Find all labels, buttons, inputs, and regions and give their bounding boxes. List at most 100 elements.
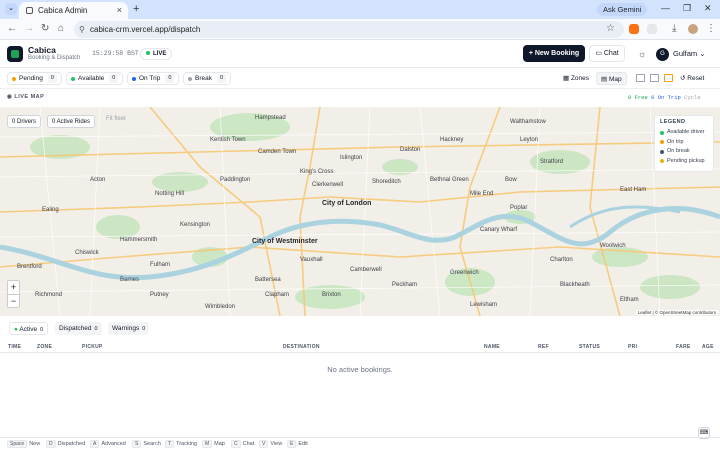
layout-right-icon[interactable] — [650, 74, 659, 82]
bookmark-star-icon[interactable]: ☆ — [606, 23, 615, 34]
zoom-out-button[interactable]: − — [8, 295, 19, 308]
free-count: 0 Free — [628, 94, 648, 101]
shortcut-key: Space — [7, 440, 28, 448]
map-place-label: Shoreditch — [372, 179, 401, 185]
filter-pending[interactable]: Pending 0 — [7, 72, 62, 85]
layout-left-icon[interactable] — [636, 74, 645, 82]
reload-icon[interactable]: ↻ — [41, 23, 49, 34]
map-place-label: Leyton — [520, 137, 539, 143]
shortcut-label: Edit — [298, 441, 308, 447]
map-place-label: Brixton — [322, 292, 341, 298]
map-toggle[interactable]: ▤ Map — [596, 72, 627, 85]
tab-label: Warnings — [112, 325, 140, 332]
column-header[interactable]: DESTINATION — [283, 344, 320, 350]
user-menu[interactable]: G Gulfam ⌄ — [656, 45, 706, 62]
map-legend: LEGEND Available driver On trip On break… — [654, 115, 714, 172]
filter-available[interactable]: Available 0 — [66, 72, 124, 85]
home-icon[interactable]: ⌂ — [58, 23, 64, 34]
tab-active[interactable]: ● Active 0 — [9, 322, 49, 335]
browser-tab[interactable]: Cabica Admin × — [19, 2, 128, 19]
map-place-label: Clerkenwell — [312, 182, 344, 188]
minimize-icon[interactable]: — — [661, 3, 670, 13]
tab-warnings[interactable]: Warnings 0 — [108, 322, 150, 335]
map-place-label: Bow — [505, 177, 517, 183]
filter-break[interactable]: Break 0 — [183, 72, 232, 85]
drivers-chip[interactable]: 0 Drivers — [7, 115, 42, 128]
column-header[interactable]: STATUS — [579, 344, 600, 350]
tab-dispatched[interactable]: Dispatched 0 — [55, 322, 102, 335]
map-place-label: Mile End — [470, 191, 494, 197]
tab-title: Cabica Admin — [38, 6, 88, 15]
reset-button[interactable]: ↺ Reset — [680, 72, 704, 85]
forward-icon[interactable]: → — [24, 23, 34, 34]
maximize-icon[interactable]: ❐ — [683, 3, 691, 14]
column-header[interactable]: FARE — [676, 344, 691, 350]
legend-item: On trip — [660, 138, 708, 148]
column-header[interactable]: AGE — [702, 344, 714, 350]
active-rides-chip[interactable]: 0 Active Rides — [47, 115, 96, 128]
map-attribution[interactable]: Leaflet | © OpenStreetMap contributors — [635, 310, 718, 315]
brand-subtitle: Booking & Dispatch — [28, 55, 81, 61]
tab-search-icon[interactable]: ⌄ — [5, 3, 17, 15]
close-tab-icon[interactable]: × — [117, 5, 122, 15]
map-place-label: Ealing — [42, 207, 59, 213]
address-bar[interactable]: ⚲ cabica-crm.vercel.app/dispatch — [74, 21, 624, 38]
status-bar: Pending 0 Available 0 On Trip 0 Break 0 ▦ Zo… — [0, 69, 720, 89]
legend-label: On trip — [667, 138, 684, 145]
column-header[interactable]: TIME — [8, 344, 21, 350]
chat-icon: ▭ — [595, 50, 604, 57]
map-place-label: Vauxhall — [300, 257, 323, 263]
column-header[interactable]: PICKUP — [82, 344, 103, 350]
legend-item: Pending pickup — [660, 157, 708, 167]
zoom-control: + − — [7, 280, 20, 308]
map-place-label: Barnes — [120, 277, 140, 283]
fit-fleet-button[interactable]: Fit fleet — [106, 116, 126, 122]
chat-button[interactable]: ▭ Chat — [589, 45, 625, 62]
live-map[interactable]: Hampstead Camden Town Islington Dalston … — [0, 107, 720, 316]
shortcut-label: View — [270, 441, 283, 447]
column-header[interactable]: NAME — [484, 344, 500, 350]
map-place-label: Dalston — [400, 147, 421, 153]
live-map-title: LIVE MAP — [14, 94, 45, 100]
map-place-label: Kentish Town — [210, 137, 246, 143]
map-place-label: Hampstead — [255, 115, 286, 121]
theme-toggle-icon[interactable]: ☼ — [638, 49, 646, 59]
ask-gemini-button[interactable]: Ask Gemini — [597, 3, 648, 16]
shortcut-label: Advanced — [101, 441, 126, 447]
extension-icon[interactable] — [647, 24, 657, 34]
extension-icon[interactable] — [629, 24, 639, 34]
map-place-label: Camberwell — [350, 267, 382, 273]
back-icon[interactable]: ← — [7, 23, 17, 34]
filter-count: 0 — [216, 74, 227, 83]
brand-name: Cabica — [28, 45, 56, 55]
filter-on-trip[interactable]: On Trip 0 — [127, 72, 180, 85]
shortcut-label: Tracking — [176, 441, 197, 447]
close-window-icon[interactable]: ✕ — [704, 3, 712, 14]
new-booking-button[interactable]: + New Booking — [523, 45, 585, 62]
legend-item: Available driver — [660, 128, 708, 138]
zoom-in-button[interactable]: + — [8, 281, 19, 295]
filter-count: 0 — [165, 74, 175, 83]
bookings-table-header: TIME ZONE PICKUP DESTINATION NAME REF ST… — [0, 341, 720, 353]
new-tab-icon[interactable]: + — [133, 3, 139, 15]
map-place-label: Walthamstow — [510, 119, 546, 125]
column-header[interactable]: ZONE — [37, 344, 52, 350]
tab-count: 0 — [40, 327, 44, 333]
menu-icon[interactable]: ⋮ — [706, 23, 716, 34]
shortcut-key: D — [46, 440, 56, 448]
column-header[interactable]: REF — [538, 344, 549, 350]
layout-bottom-icon[interactable] — [664, 74, 673, 82]
site-info-icon[interactable]: ⚲ — [79, 21, 85, 38]
map-place-label: Clapham — [265, 292, 290, 298]
column-header[interactable]: PRI — [628, 344, 637, 350]
shortcut-key: M — [202, 440, 213, 448]
cycle-label[interactable]: Cycle — [684, 94, 701, 101]
map-place-label: Poplar — [510, 205, 528, 211]
profile-avatar[interactable] — [688, 24, 698, 34]
map-tiles — [0, 107, 720, 316]
legend-label: On break — [667, 148, 690, 154]
favicon-icon — [26, 7, 33, 14]
avatar: G — [656, 47, 669, 61]
download-icon[interactable]: ⤓ — [672, 23, 676, 34]
zones-toggle[interactable]: ▦ Zones — [559, 72, 593, 85]
